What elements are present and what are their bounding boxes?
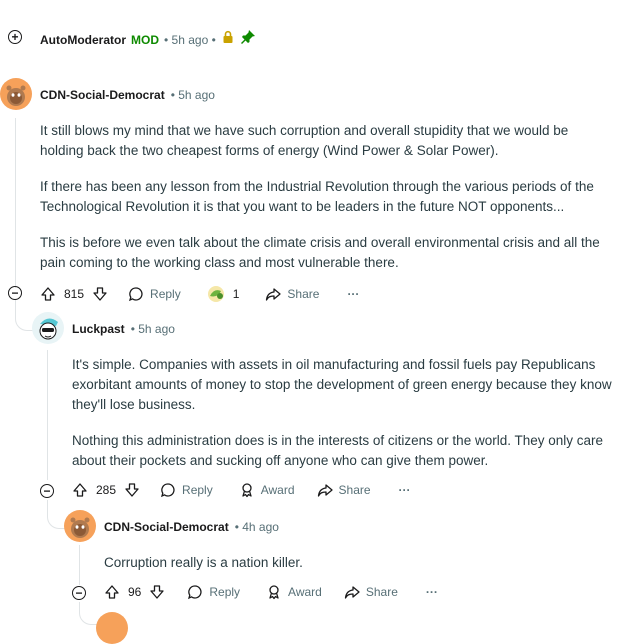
username[interactable]: AutoModerator	[40, 33, 126, 47]
share-icon	[317, 482, 333, 498]
username[interactable]: CDN-Social-Democrat	[40, 88, 165, 102]
award-button[interactable]: Award	[239, 482, 295, 498]
downvote-icon[interactable]	[92, 286, 108, 302]
downvote-icon[interactable]	[124, 482, 140, 498]
award-icon	[266, 584, 282, 600]
mod-badge: MOD	[131, 32, 159, 47]
vote-count: 815	[64, 287, 85, 301]
timestamp: • 5h ago	[170, 88, 215, 102]
avatar[interactable]	[96, 612, 128, 644]
avatar[interactable]	[64, 510, 96, 542]
comment-bubble-icon	[187, 584, 203, 600]
comment-paragraph: This is before we even talk about the cl…	[40, 235, 600, 270]
expand-thread-button[interactable]: +	[8, 30, 22, 44]
award-button[interactable]: 1	[205, 284, 240, 304]
downvote-icon[interactable]	[149, 584, 165, 600]
share-label: Share	[338, 483, 371, 497]
action-bar: 285 Reply Award Share ···	[72, 482, 411, 498]
collapse-thread-button[interactable]: −	[8, 286, 22, 300]
timestamp: • 5h ago	[130, 322, 175, 336]
pin-icon	[240, 29, 256, 50]
upvote-icon[interactable]	[72, 482, 88, 498]
action-bar: 96 Reply Award Share ···	[104, 584, 438, 600]
comment-paragraph: Nothing this administration does is in t…	[72, 433, 604, 468]
vote-count: 96	[128, 585, 142, 599]
comment-bubble-icon	[160, 482, 176, 498]
action-bar: 815 Reply 1 Share ···	[40, 284, 359, 304]
thread-line	[15, 118, 16, 288]
thread-line	[79, 545, 80, 585]
share-label: Share	[365, 585, 398, 599]
more-options-button[interactable]: ···	[426, 585, 438, 599]
award-label: Award	[288, 585, 322, 599]
share-button[interactable]: Share	[344, 584, 398, 600]
plus-icon: +	[11, 30, 19, 44]
reply-button[interactable]: Reply	[160, 482, 213, 498]
comment-header: AutoModerator MOD • 5h ago •	[40, 29, 256, 50]
award-button[interactable]: Award	[266, 584, 322, 600]
reply-label: Reply	[182, 483, 213, 497]
timestamp: • 5h ago •	[164, 32, 216, 47]
minus-icon: −	[43, 484, 51, 498]
award-icon	[239, 482, 255, 498]
avatar[interactable]	[0, 78, 32, 110]
share-label: Share	[287, 287, 320, 301]
share-button[interactable]: Share	[317, 482, 371, 498]
vote-group: 815	[40, 286, 108, 302]
reply-button[interactable]: Reply	[128, 286, 181, 302]
comment-header: Luckpast • 5h ago	[72, 322, 175, 336]
thread-line	[47, 350, 48, 480]
more-options-button[interactable]: ···	[399, 483, 411, 497]
comment-paragraph: If there has been any lesson from the In…	[40, 179, 594, 214]
minus-icon: −	[11, 286, 19, 300]
vote-count: 285	[96, 483, 117, 497]
comment-bubble-icon	[128, 286, 144, 302]
reply-button[interactable]: Reply	[187, 584, 240, 600]
collapse-thread-button[interactable]: −	[72, 586, 86, 600]
comment-header: CDN-Social-Democrat • 4h ago	[104, 520, 279, 534]
upvote-icon[interactable]	[40, 286, 56, 302]
award-label: Award	[260, 483, 295, 497]
share-icon	[265, 286, 282, 302]
award-icon	[205, 284, 227, 304]
username[interactable]: CDN-Social-Democrat	[104, 520, 229, 534]
comment-paragraph: Corruption really is a nation killer.	[104, 555, 303, 570]
vote-group: 96	[104, 584, 165, 600]
more-options-button[interactable]: ···	[347, 287, 359, 301]
username[interactable]: Luckpast	[72, 322, 125, 336]
comment-body: Corruption really is a nation killer.	[104, 553, 604, 573]
comment-header: CDN-Social-Democrat • 5h ago	[40, 88, 215, 102]
reply-label: Reply	[150, 287, 181, 301]
timestamp: • 4h ago	[234, 520, 279, 534]
award-count: 1	[232, 287, 240, 301]
comment-paragraph: It's simple. Companies with assets in oi…	[72, 357, 612, 412]
lock-icon	[221, 30, 235, 49]
reply-label: Reply	[209, 585, 241, 599]
comment-body: It's simple. Companies with assets in oi…	[72, 355, 612, 471]
avatar[interactable]	[32, 312, 64, 344]
comment-paragraph: It still blows my mind that we have such…	[40, 123, 569, 158]
upvote-icon[interactable]	[104, 584, 120, 600]
share-icon	[344, 584, 360, 600]
collapse-thread-button[interactable]: −	[40, 484, 54, 498]
share-button[interactable]: Share	[265, 286, 319, 302]
comment-body: It still blows my mind that we have such…	[40, 121, 610, 273]
vote-group: 285	[72, 482, 140, 498]
minus-icon: −	[75, 586, 83, 600]
